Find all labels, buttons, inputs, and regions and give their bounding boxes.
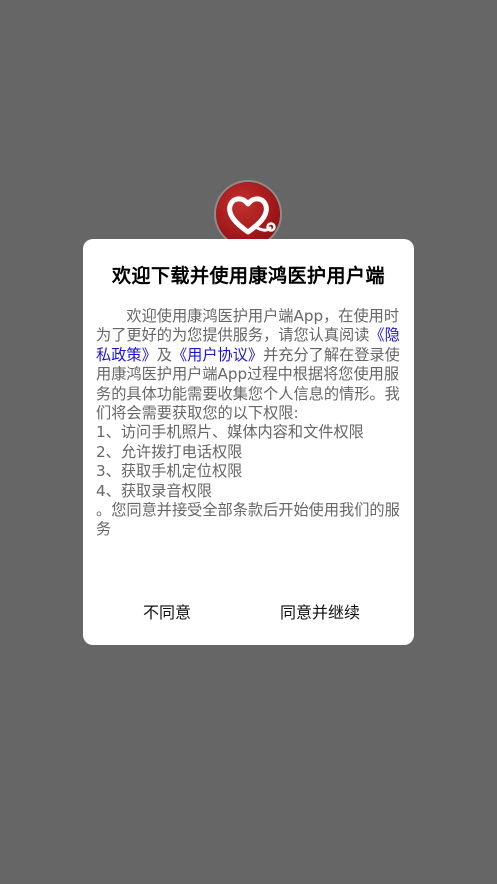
dialog-body: 欢迎使用康鸿医护用户端App，在使用时为了更好的为您提供服务，请您认真阅读《隐私… [96,307,400,540]
and-text: 及 [156,345,172,364]
dialog-actions: 不同意 同意并继续 [83,599,414,623]
permission-item: 4、获取录音权限 [96,481,212,500]
permission-item: 1、访问手机照片、媒体内容和文件权限 [96,423,364,442]
disagree-button[interactable]: 不同意 [143,599,191,623]
closing-text: 。您同意并接受全部条款后开始使用我们的服务 [96,501,400,539]
agree-continue-button[interactable]: 同意并继续 [280,599,360,623]
privacy-consent-dialog: 欢迎下载并使用康鸿医护用户端 欢迎使用康鸿医护用户端App，在使用时为了更好的为… [83,239,414,645]
permission-item: 3、获取手机定位权限 [96,462,243,481]
heart-stethoscope-icon [227,196,276,235]
user-agreement-link[interactable]: 《用户协议》 [172,346,263,364]
app-logo [216,182,280,246]
permission-item: 2、允许拨打电话权限 [96,442,243,461]
intro-text: 欢迎使用康鸿医护用户端App，在使用时为了更好的为您提供服务，请您认真阅读 [96,307,400,345]
intro-paragraph: 欢迎使用康鸿医护用户端App，在使用时为了更好的为您提供服务，请您认真阅读《隐私… [96,307,400,423]
dialog-title: 欢迎下载并使用康鸿医护用户端 [111,265,385,287]
